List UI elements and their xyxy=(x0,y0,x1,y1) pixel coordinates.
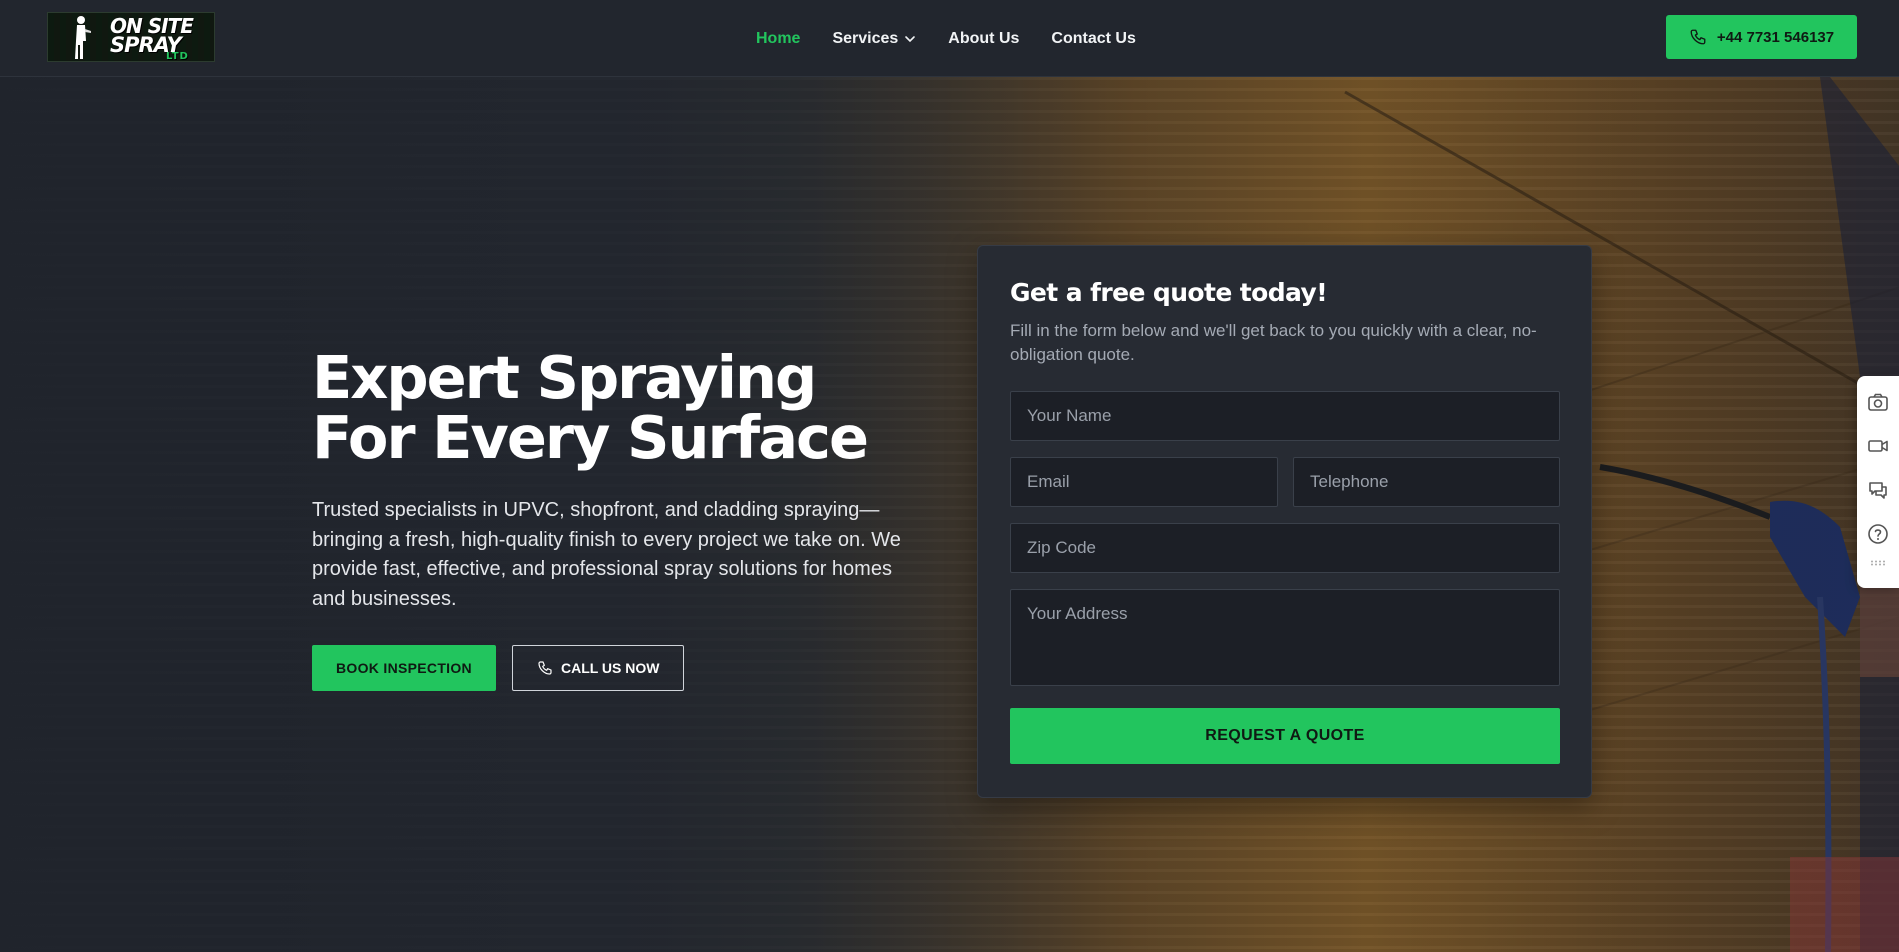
email-input[interactable] xyxy=(1010,457,1278,507)
drag-handle-icon[interactable] xyxy=(1870,560,1886,566)
quote-form: Get a free quote today! Fill in the form… xyxy=(977,245,1592,798)
nav-contact-label: Contact Us xyxy=(1051,29,1136,47)
hero-content: Expert Spraying For Every Surface Truste… xyxy=(312,348,912,691)
nav-about-label: About Us xyxy=(948,29,1020,47)
nav-services-label: Services xyxy=(832,29,899,47)
main-nav: Home Services About Us Contact Us xyxy=(756,0,1136,77)
quote-form-description: Fill in the form below and we'll get bac… xyxy=(1010,321,1537,364)
side-feedback-widget xyxy=(1857,376,1899,588)
request-quote-button[interactable]: REQUEST A QUOTE xyxy=(1010,708,1560,764)
telephone-input[interactable] xyxy=(1293,457,1560,507)
logo[interactable]: ON SITE SPRAY LTD xyxy=(47,12,215,62)
hero-title: Expert Spraying For Every Surface xyxy=(312,348,912,468)
site-header: ON SITE SPRAY LTD Home Services About Us… xyxy=(0,0,1899,77)
video-icon[interactable] xyxy=(1866,434,1890,458)
name-input[interactable] xyxy=(1010,391,1560,441)
phone-icon xyxy=(538,661,552,675)
address-textarea[interactable] xyxy=(1010,589,1560,686)
nav-contact-us[interactable]: Contact Us xyxy=(1051,30,1135,48)
hero-overlay xyxy=(0,77,1899,952)
spray-painter-icon xyxy=(75,16,91,59)
nav-services[interactable]: Services xyxy=(832,30,916,48)
zip-code-input[interactable] xyxy=(1010,523,1560,573)
help-icon[interactable] xyxy=(1866,522,1890,546)
nav-about-us[interactable]: About Us xyxy=(948,30,1019,48)
nav-home[interactable]: Home xyxy=(756,30,800,48)
nav-home-label: Home xyxy=(756,29,801,47)
hero-actions: BOOK INSPECTION CALL US NOW xyxy=(312,645,912,691)
chevron-down-icon xyxy=(905,35,916,42)
hero-title-line1: Expert Spraying xyxy=(312,343,817,412)
chat-icon[interactable] xyxy=(1866,478,1890,502)
call-us-now-button[interactable]: CALL US NOW xyxy=(511,645,685,691)
camera-icon[interactable] xyxy=(1866,390,1890,414)
call-us-now-label: CALL US NOW xyxy=(560,660,660,676)
hero-title-line2: For Every Surface xyxy=(312,403,869,472)
phone-icon xyxy=(1690,29,1706,45)
hero-section: Expert Spraying For Every Surface Truste… xyxy=(0,77,1899,952)
logo-text-line3: LTD xyxy=(166,51,189,62)
book-inspection-button[interactable]: BOOK INSPECTION xyxy=(312,645,496,691)
header-phone-button[interactable]: +44 7731 546137 xyxy=(1666,15,1857,59)
header-phone-label: +44 7731 546137 xyxy=(1716,28,1835,46)
hero-subtitle: Trusted specialists in UPVC, shopfront, … xyxy=(312,499,901,610)
quote-form-title: Get a free quote today! xyxy=(1010,278,1328,307)
